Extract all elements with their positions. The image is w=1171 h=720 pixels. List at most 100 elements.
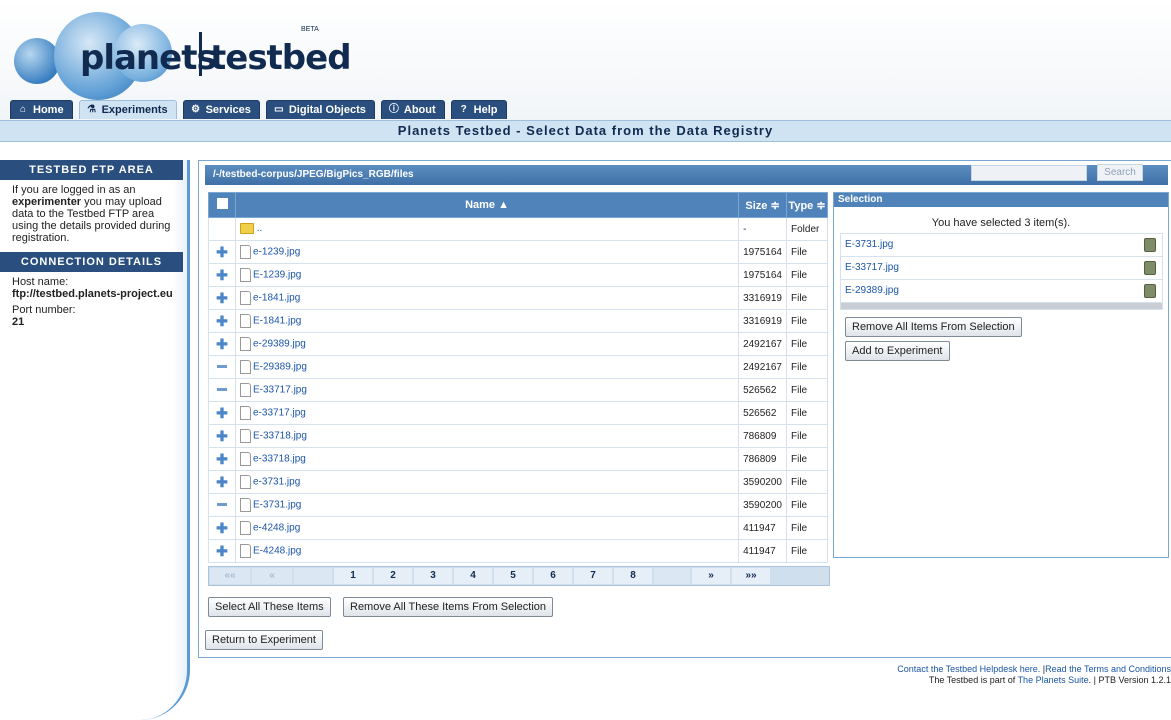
tab-digital-objects[interactable]: ▭ Digital Objects (265, 100, 375, 119)
remove-from-selection-icon[interactable] (217, 365, 227, 369)
selection-item-link[interactable]: E-29389.jpg (845, 285, 899, 296)
file-name-link[interactable]: e-1841.jpg (253, 293, 300, 304)
table-row[interactable]: ✚ E-1239.jpg 1975164 File (208, 263, 828, 287)
pager-prev-button[interactable]: « (252, 568, 292, 584)
add-to-selection-icon[interactable]: ✚ (216, 543, 228, 559)
file-type: File (786, 470, 828, 494)
select-all-checkbox-header[interactable] (208, 192, 236, 218)
file-size: 526562 (738, 401, 787, 425)
file-name-link[interactable]: e-33717.jpg (253, 408, 306, 419)
remove-all-these-items-button[interactable]: Remove All These Items From Selection (343, 597, 554, 617)
table-row[interactable]: ✚ E-33718.jpg 786809 File (208, 424, 828, 448)
add-to-selection-icon[interactable]: ✚ (216, 428, 228, 444)
table-row[interactable]: ✚ e-1841.jpg 3316919 File (208, 286, 828, 310)
table-row[interactable]: E-33717.jpg 526562 File (208, 378, 828, 402)
search-button[interactable]: Search (1097, 164, 1143, 181)
pager-spacer (294, 568, 332, 584)
file-type: File (786, 355, 828, 379)
table-row[interactable]: ✚ e-1239.jpg 1975164 File (208, 240, 828, 264)
parent-folder-link[interactable]: .. (257, 224, 263, 235)
selection-list-footer (841, 303, 1162, 309)
add-to-selection-icon[interactable]: ✚ (216, 244, 228, 260)
file-name-link[interactable]: e-29389.jpg (253, 339, 306, 350)
selection-item: E-3731.jpg (841, 234, 1162, 257)
table-row[interactable]: ✚ e-33717.jpg 526562 File (208, 401, 828, 425)
add-to-selection-icon[interactable]: ✚ (216, 267, 228, 283)
file-name-link[interactable]: E-29389.jpg (253, 362, 307, 373)
table-row[interactable]: ✚ E-4248.jpg 411947 File (208, 539, 828, 563)
selection-item-link[interactable]: E-3731.jpg (845, 239, 893, 250)
tab-services[interactable]: ⚙ Services (182, 100, 260, 119)
pager-page-button[interactable]: 8 (614, 568, 652, 584)
file-name-link[interactable]: E-1841.jpg (253, 316, 301, 327)
table-row[interactable]: ✚ e-29389.jpg 2492167 File (208, 332, 828, 356)
pager-page-button[interactable]: 4 (454, 568, 492, 584)
pager-page-button[interactable]: 7 (574, 568, 612, 584)
table-row[interactable]: E-29389.jpg 2492167 File (208, 355, 828, 379)
file-name-link[interactable]: e-3731.jpg (253, 477, 300, 488)
pager-page-button[interactable]: 3 (414, 568, 452, 584)
file-icon (240, 452, 251, 466)
tab-help[interactable]: ? Help (450, 100, 507, 119)
file-size: 411947 (738, 516, 787, 540)
pager-first-button[interactable]: «« (210, 568, 250, 584)
tab-home[interactable]: ⌂ Home (10, 100, 73, 119)
pager-page-button[interactable]: 5 (494, 568, 532, 584)
planets-testbed-logo[interactable]: planets testbed BETA (14, 8, 354, 100)
add-to-selection-icon[interactable]: ✚ (216, 405, 228, 421)
file-name-link[interactable]: e-1239.jpg (253, 247, 300, 258)
file-name-link[interactable]: E-1239.jpg (253, 270, 301, 281)
add-to-selection-icon[interactable]: ✚ (216, 336, 228, 352)
checkbox-icon[interactable] (216, 198, 228, 209)
tab-about[interactable]: ⓘ About (380, 100, 445, 119)
type-column-header[interactable]: Type ≑ (786, 192, 828, 218)
add-to-selection-icon[interactable]: ✚ (216, 451, 228, 467)
remove-from-selection-icon[interactable] (217, 503, 227, 507)
add-to-experiment-button[interactable]: Add to Experiment (845, 341, 950, 361)
page-header: planets testbed BETA ⌂ Home ⚗ Experiments … (0, 0, 1171, 122)
pager-page-button[interactable]: 1 (334, 568, 372, 584)
file-name-link[interactable]: E-33717.jpg (253, 385, 307, 396)
remove-from-selection-icon[interactable] (217, 388, 227, 392)
trash-icon[interactable] (1144, 238, 1156, 252)
trash-icon[interactable] (1144, 284, 1156, 298)
file-name-link[interactable]: E-33718.jpg (253, 431, 307, 442)
add-to-selection-icon[interactable]: ✚ (216, 520, 228, 536)
terms-link[interactable]: Read the Terms and Conditions (1045, 664, 1171, 674)
table-row[interactable]: ✚ e-4248.jpg 411947 File (208, 516, 828, 540)
file-name-link[interactable]: E-3731.jpg (253, 500, 301, 511)
tab-experiments[interactable]: ⚗ Experiments (78, 100, 177, 119)
file-name-link[interactable]: E-4248.jpg (253, 546, 301, 557)
add-to-selection-icon[interactable]: ✚ (216, 474, 228, 490)
add-to-selection-icon[interactable]: ✚ (216, 313, 228, 329)
table-row-parent-folder[interactable]: .. - Folder (208, 217, 828, 241)
pager-page-button[interactable]: 6 (534, 568, 572, 584)
file-type: File (786, 286, 828, 310)
file-icon (240, 544, 251, 558)
size-column-header[interactable]: Size ≑ (738, 192, 787, 218)
planets-suite-link[interactable]: The Planets Suite (1018, 675, 1089, 685)
file-type: File (786, 516, 828, 540)
trash-icon[interactable] (1144, 261, 1156, 275)
table-row[interactable]: E-3731.jpg 3590200 File (208, 493, 828, 517)
select-all-items-button[interactable]: Select All These Items (208, 597, 331, 617)
file-type: File (786, 240, 828, 264)
file-name-link[interactable]: e-4248.jpg (253, 523, 300, 534)
file-size: 3590200 (738, 470, 787, 494)
file-name-link[interactable]: e-33718.jpg (253, 454, 306, 465)
table-row[interactable]: ✚ e-3731.jpg 3590200 File (208, 470, 828, 494)
table-row[interactable]: ✚ e-33718.jpg 786809 File (208, 447, 828, 471)
return-to-experiment-button[interactable]: Return to Experiment (205, 630, 323, 650)
pager-page-button[interactable]: 2 (374, 568, 412, 584)
info-icon: ⓘ (388, 104, 399, 115)
selection-item-link[interactable]: E-33717.jpg (845, 262, 899, 273)
add-to-selection-icon[interactable]: ✚ (216, 290, 228, 306)
file-size: 786809 (738, 424, 787, 448)
pager-next-button[interactable]: » (692, 568, 730, 584)
remove-all-items-from-selection-button[interactable]: Remove All Items From Selection (845, 317, 1022, 337)
name-column-header[interactable]: Name ▲ (234, 192, 740, 218)
search-input[interactable] (971, 165, 1087, 181)
helpdesk-link[interactable]: Contact the Testbed Helpdesk here. (897, 664, 1040, 674)
table-row[interactable]: ✚ E-1841.jpg 3316919 File (208, 309, 828, 333)
pager-last-button[interactable]: »» (732, 568, 770, 584)
